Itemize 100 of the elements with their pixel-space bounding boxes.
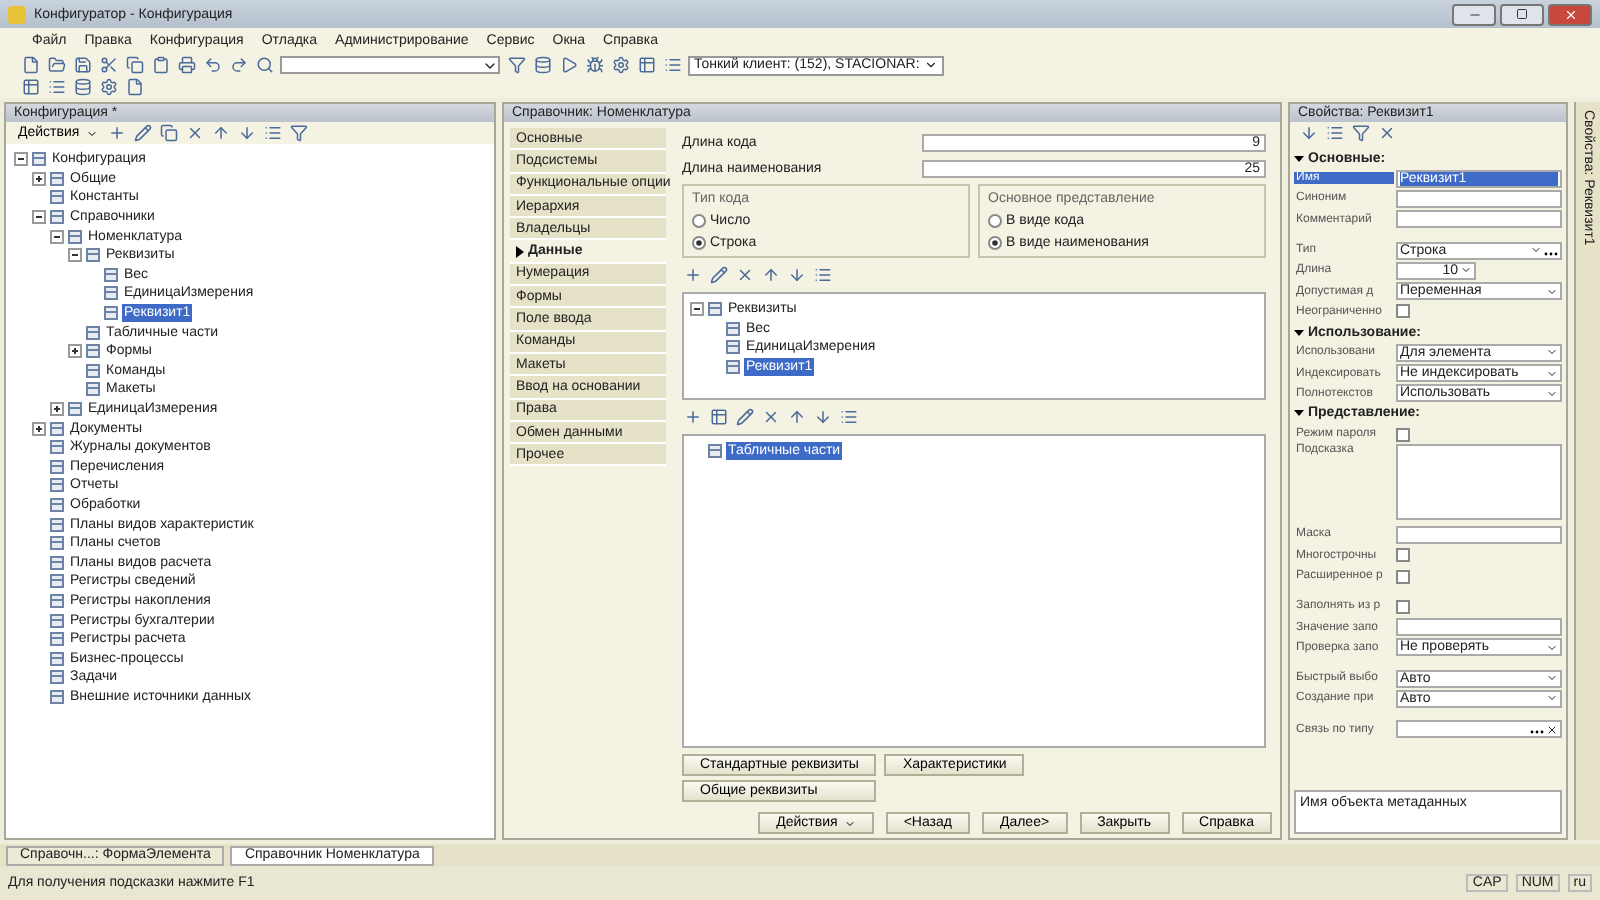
caret-icon	[843, 817, 856, 829]
node-icon	[50, 210, 64, 225]
node-icon	[50, 613, 64, 628]
table-icon[interactable]	[20, 77, 40, 97]
node-icon	[708, 444, 722, 459]
node-icon	[50, 497, 64, 512]
add-icon[interactable]	[682, 265, 702, 285]
dropdown-icon	[1546, 285, 1558, 298]
node-icon	[68, 402, 82, 417]
node-icon	[68, 229, 82, 244]
app-icon	[8, 5, 26, 23]
node-icon	[708, 302, 722, 317]
arrow-up-icon[interactable]	[760, 265, 780, 285]
clipboard-icon[interactable]	[150, 55, 170, 75]
search-icon[interactable]	[254, 55, 274, 75]
node-icon	[726, 321, 740, 336]
dropdown-icon	[1530, 244, 1542, 257]
delete-icon[interactable]	[734, 265, 754, 285]
bug-icon[interactable]	[584, 55, 604, 75]
search-field[interactable]	[280, 56, 500, 74]
input-field[interactable]	[1396, 189, 1562, 208]
pencil-icon[interactable]	[734, 407, 754, 427]
pencil-icon[interactable]	[708, 265, 728, 285]
settings-icon[interactable]	[98, 77, 118, 97]
add-icon[interactable]	[682, 407, 702, 427]
list-icon[interactable]	[263, 123, 284, 143]
expand-icon[interactable]	[50, 402, 64, 417]
node-icon	[50, 190, 64, 205]
redo-icon[interactable]	[228, 55, 248, 75]
collapse-icon[interactable]	[50, 229, 64, 244]
save-icon[interactable]	[72, 55, 92, 75]
arrow-down-icon[interactable]	[237, 123, 258, 143]
node-icon	[50, 171, 64, 186]
delete-icon[interactable]	[760, 407, 780, 427]
node-icon	[86, 248, 100, 263]
database-icon[interactable]	[532, 55, 552, 75]
radio-button[interactable]	[988, 236, 1002, 250]
copy-icon[interactable]	[159, 123, 180, 143]
input-field[interactable]	[1396, 618, 1562, 637]
node-icon	[50, 555, 64, 570]
database-icon[interactable]	[72, 77, 92, 97]
printer-icon[interactable]	[176, 55, 196, 75]
node-icon	[104, 286, 118, 301]
scissors-icon[interactable]	[98, 55, 118, 75]
arrow-up-icon[interactable]	[211, 123, 232, 143]
sort-icon[interactable]	[1298, 123, 1318, 143]
expand-icon[interactable]	[68, 344, 82, 359]
node-icon	[50, 689, 64, 704]
node-icon	[50, 517, 64, 532]
node-icon	[86, 325, 100, 340]
node-icon	[50, 574, 64, 589]
caret-icon	[85, 127, 98, 139]
delete-icon[interactable]	[185, 123, 206, 143]
close-icon	[1563, 7, 1577, 21]
expand-icon[interactable]	[32, 171, 46, 186]
node-icon	[50, 536, 64, 551]
collapse-icon[interactable]	[1294, 327, 1304, 338]
expand-icon[interactable]	[32, 421, 46, 436]
node-icon	[50, 632, 64, 647]
radio-button[interactable]	[692, 214, 706, 228]
filter-icon[interactable]	[1350, 123, 1370, 143]
filter-icon[interactable]	[506, 55, 526, 75]
table-icon[interactable]	[708, 407, 728, 427]
new-file-icon[interactable]	[20, 55, 40, 75]
node-icon	[104, 306, 118, 321]
arrow-down-icon[interactable]	[786, 265, 806, 285]
play-icon[interactable]	[558, 55, 578, 75]
close-icon[interactable]	[1546, 723, 1558, 736]
radio-button[interactable]	[988, 214, 1002, 228]
node-icon	[50, 478, 64, 493]
filter-icon[interactable]	[289, 123, 310, 143]
node-icon	[50, 593, 64, 608]
settings-icon[interactable]	[610, 55, 630, 75]
pencil-icon[interactable]	[133, 123, 154, 143]
radio-button[interactable]	[692, 236, 706, 250]
collapse-icon[interactable]	[68, 248, 82, 263]
input-field[interactable]	[1396, 525, 1562, 544]
copy-icon[interactable]	[124, 55, 144, 75]
checkbox[interactable]	[1396, 304, 1410, 319]
add-icon[interactable]	[107, 123, 128, 143]
undo-icon[interactable]	[202, 55, 222, 75]
checkbox[interactable]	[1396, 548, 1410, 563]
collapse-icon[interactable]	[1294, 408, 1304, 419]
checkbox[interactable]	[1396, 427, 1410, 442]
collapse-icon[interactable]	[690, 302, 704, 317]
input-field[interactable]	[1396, 720, 1562, 739]
table-icon[interactable]	[636, 55, 656, 75]
collapse-icon[interactable]	[1294, 153, 1304, 163]
arrow-down-icon[interactable]	[812, 407, 832, 427]
document-icon[interactable]	[124, 77, 144, 97]
collapse-icon[interactable]	[32, 210, 46, 225]
checkbox[interactable]	[1396, 569, 1410, 583]
dropdown-icon	[482, 58, 498, 74]
input-field[interactable]	[1396, 210, 1562, 229]
folder-icon[interactable]	[46, 55, 66, 75]
node-icon	[86, 363, 100, 378]
arrow-up-icon[interactable]	[786, 407, 806, 427]
maximize-button[interactable]	[1500, 3, 1544, 25]
checkbox[interactable]	[1396, 599, 1410, 614]
collapse-icon[interactable]	[14, 152, 28, 167]
